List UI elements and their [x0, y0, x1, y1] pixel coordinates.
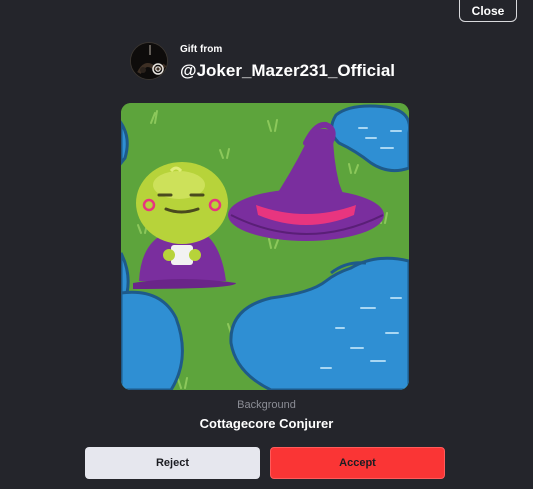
item-name: Cottagecore Conjurer: [199, 416, 334, 431]
close-button[interactable]: Close: [459, 0, 517, 22]
reject-button[interactable]: Reject: [85, 447, 260, 479]
accept-button[interactable]: Accept: [270, 447, 445, 479]
gift-sender: Gift from @Joker_Mazer231_Official: [130, 42, 395, 82]
item-type-label: Background: [237, 399, 296, 411]
avatar-image-icon: [131, 43, 167, 79]
sender-username: @Joker_Mazer231_Official: [180, 61, 396, 80]
item-preview-image: [121, 103, 409, 390]
gift-from-label: Gift from: [180, 44, 223, 55]
gift-modal: Close Gift from @Joker_Mazer231_Official: [0, 0, 533, 489]
cottagecore-conjurer-icon: [121, 103, 409, 390]
sender-avatar[interactable]: [130, 42, 168, 80]
